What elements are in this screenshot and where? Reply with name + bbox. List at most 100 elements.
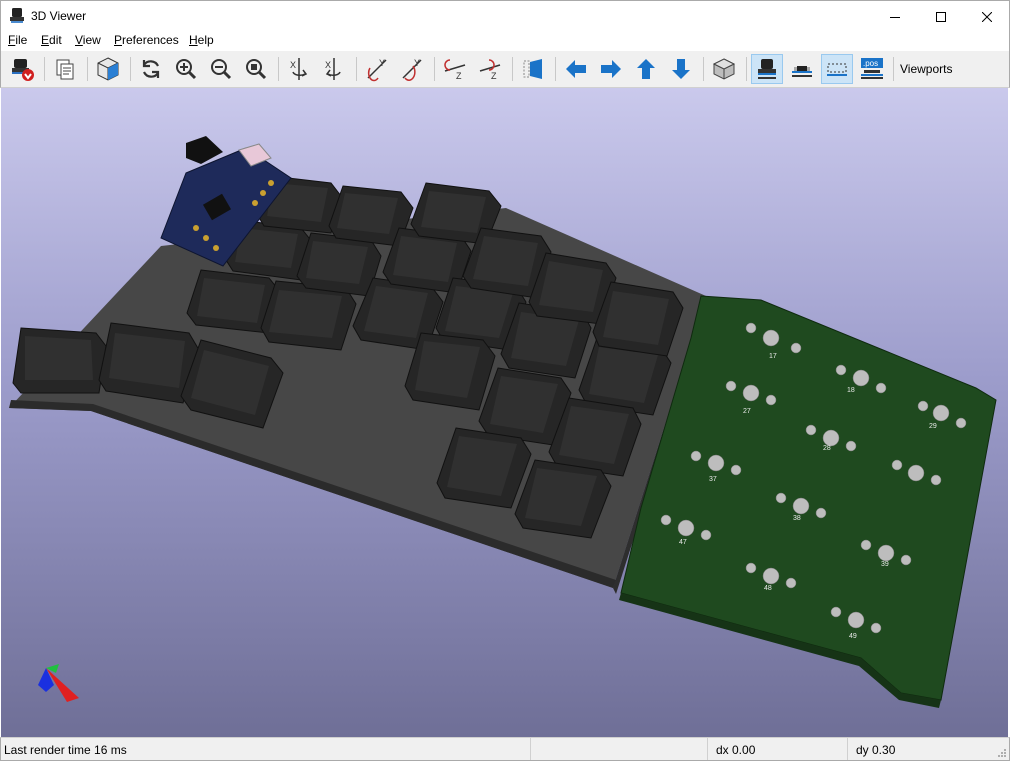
dy-status: dy 0.30 — [856, 743, 896, 757]
dx-status: dx 0.00 — [716, 743, 756, 757]
zoom-fit-button[interactable] — [240, 54, 272, 84]
app-icon — [10, 8, 24, 23]
status-bar: Last render time 16 ms dx 0.00 dy 0.30 — [0, 737, 1010, 761]
reload-board-button[interactable] — [6, 54, 38, 84]
zoom-in-button[interactable] — [170, 54, 202, 84]
rotate-z-cw-icon: Z — [444, 59, 466, 81]
title-bar: 3D Viewer — [0, 0, 1010, 31]
pan-right-button[interactable] — [595, 54, 627, 84]
status-divider — [707, 738, 708, 760]
show-smd-toggle[interactable] — [786, 54, 818, 84]
pcb-label: 38 — [793, 515, 801, 522]
copy-to-clipboard-button[interactable] — [49, 54, 81, 84]
pan-down-button[interactable] — [665, 54, 697, 84]
menu-view[interactable]: View — [75, 33, 101, 47]
status-divider — [530, 738, 531, 760]
minimize-button[interactable] — [872, 1, 918, 32]
show-tht-toggle[interactable] — [751, 54, 783, 84]
show-tht-icon — [758, 59, 776, 79]
keycap — [404, 332, 496, 411]
pan-right-icon — [601, 60, 621, 78]
render-time-status: Last render time 16 ms — [4, 743, 127, 757]
rotate-x-cw-button[interactable]: X — [283, 54, 315, 84]
close-button[interactable] — [964, 1, 1010, 32]
svg-text:Z: Z — [491, 71, 497, 81]
toolbar: X X Y Y Z Z — [0, 51, 1010, 88]
pcb-label: 47 — [679, 539, 687, 546]
menu-file[interactable]: File — [8, 33, 27, 47]
window-title: 3D Viewer — [31, 9, 87, 23]
resize-grip-icon[interactable] — [997, 748, 1007, 758]
copy-to-clipboard-icon — [56, 59, 74, 80]
flip-board-button[interactable] — [517, 54, 549, 84]
pan-left-button[interactable] — [560, 54, 592, 84]
rotate-y-ccw-button[interactable]: Y — [396, 54, 428, 84]
ortho-view-button[interactable] — [708, 54, 740, 84]
pan-left-icon — [566, 60, 586, 78]
toolbar-separator — [703, 57, 704, 81]
rotate-y-cw-button[interactable]: Y — [361, 54, 393, 84]
pan-up-icon — [637, 59, 655, 79]
show-virtual-toggle[interactable] — [821, 54, 853, 84]
board-render: 17 18 27 28 29 37 38 39 47 48 49 — [9, 136, 997, 708]
svg-text:Z: Z — [456, 71, 462, 81]
show-pos-toggle[interactable]: .pos — [856, 54, 888, 84]
zoom-fit-icon — [246, 59, 267, 80]
toolbar-separator — [555, 57, 556, 81]
pcb-label: 49 — [849, 633, 857, 640]
pcb-label: 27 — [743, 408, 751, 415]
show-virtual-icon — [827, 63, 847, 76]
rotate-x-ccw-icon: X — [325, 58, 341, 80]
viewports-dropdown[interactable]: Viewports — [900, 62, 952, 76]
zoom-out-button[interactable] — [205, 54, 237, 84]
toolbar-separator — [130, 57, 131, 81]
menu-bar: File Edit View Preferences Help — [0, 31, 1010, 51]
minimize-icon — [890, 16, 900, 18]
menu-preferences[interactable]: Preferences — [114, 33, 179, 47]
svg-text:X: X — [290, 60, 296, 70]
maximize-icon — [936, 11, 946, 22]
rotate-x-ccw-button[interactable]: X — [318, 54, 350, 84]
redraw-button[interactable] — [135, 54, 167, 84]
toolbar-separator — [893, 57, 894, 81]
rotate-y-cw-icon: Y — [367, 58, 387, 82]
toolbar-separator — [87, 57, 88, 81]
zoom-out-icon — [211, 59, 232, 80]
flip-board-icon — [523, 59, 542, 79]
show-pos-icon: .pos — [861, 58, 883, 79]
rotate-x-cw-icon: X — [290, 58, 308, 80]
toolbar-separator — [44, 57, 45, 81]
pcb-label: 39 — [881, 561, 889, 568]
status-divider — [847, 738, 848, 760]
toolbar-separator — [434, 57, 435, 81]
raytrace-button[interactable] — [92, 54, 124, 84]
rotate-z-ccw-icon: Z — [479, 59, 501, 81]
pan-up-button[interactable] — [630, 54, 662, 84]
toolbar-separator — [746, 57, 747, 81]
axis-gizmo — [38, 664, 79, 702]
pcb-label: 29 — [929, 423, 937, 430]
raytrace-icon — [97, 57, 119, 81]
menu-edit[interactable]: Edit — [41, 33, 62, 47]
3d-viewport[interactable]: 17 18 27 28 29 37 38 39 47 48 49 — [1, 88, 1008, 737]
svg-text:.pos: .pos — [863, 59, 878, 68]
reload-board-icon — [12, 59, 34, 81]
show-smd-icon — [792, 66, 812, 77]
menu-help[interactable]: Help — [189, 33, 214, 47]
svg-text:X: X — [325, 60, 331, 70]
toolbar-separator — [278, 57, 279, 81]
pcb-label: 37 — [709, 476, 717, 483]
maximize-button[interactable] — [918, 1, 964, 32]
redraw-icon — [142, 60, 160, 78]
rotate-z-cw-button[interactable]: Z — [439, 54, 471, 84]
keycap — [12, 327, 107, 394]
pan-down-icon — [672, 59, 690, 79]
zoom-in-icon — [176, 59, 197, 80]
pcb-label: 48 — [764, 585, 772, 592]
rotate-z-ccw-button[interactable]: Z — [474, 54, 506, 84]
close-icon — [982, 11, 992, 22]
rotate-y-ccw-icon: Y — [402, 58, 422, 81]
toolbar-separator — [512, 57, 513, 81]
ortho-view-icon — [712, 58, 736, 80]
pcb-label: 28 — [823, 445, 831, 452]
